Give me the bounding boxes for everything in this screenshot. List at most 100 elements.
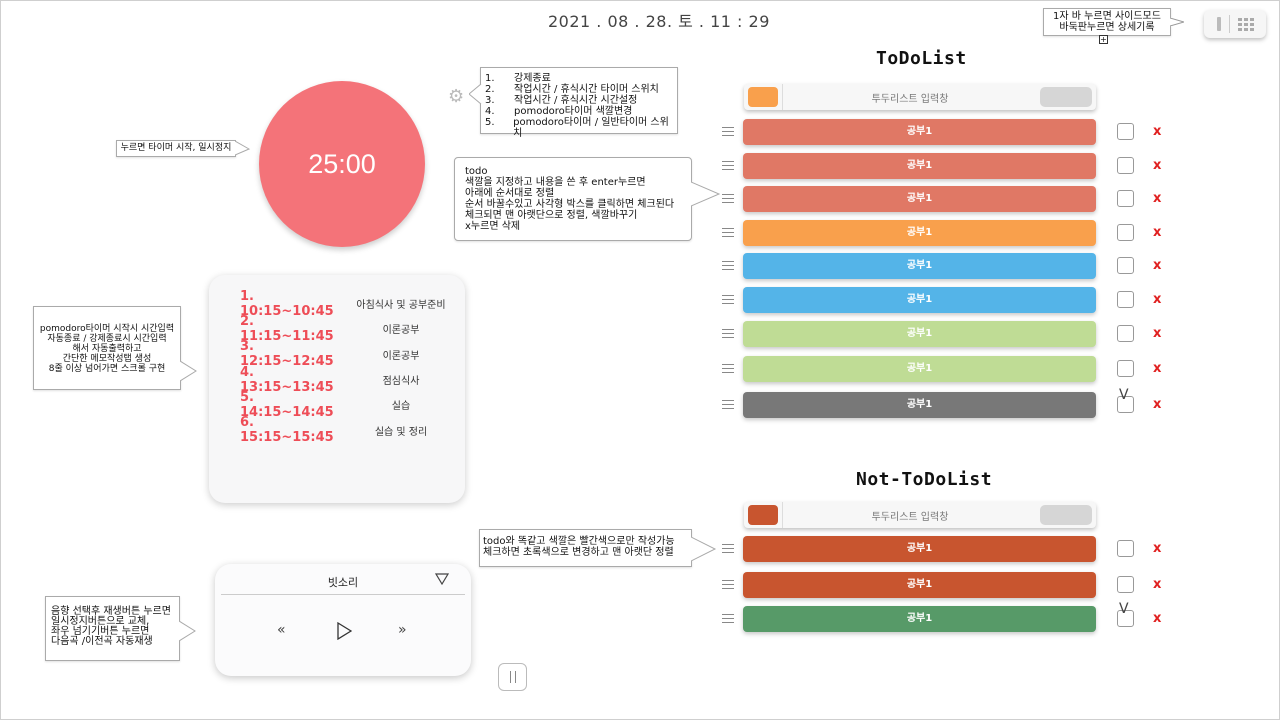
delete-button[interactable]: x xyxy=(1153,397,1161,412)
schedule-list: 1. 10:15~10:45 아침식사 및 공부준비 2. 11:15~11:45 이… xyxy=(209,289,465,445)
list-item-bar[interactable]: 공부1 xyxy=(743,356,1096,382)
drag-handle-icon[interactable] xyxy=(722,614,734,623)
schedule-description: 이론공부 xyxy=(382,350,420,362)
list-item-bar[interactable]: 공부1 xyxy=(743,220,1096,246)
add-todo-button[interactable] xyxy=(1040,87,1092,107)
settings-item-number: 1. xyxy=(485,73,495,84)
color-picker-button[interactable] xyxy=(748,505,778,525)
checkbox[interactable] xyxy=(1117,123,1134,140)
drag-handle-icon[interactable] xyxy=(722,295,734,304)
delete-button[interactable]: x xyxy=(1153,191,1161,206)
color-picker-button[interactable] xyxy=(748,87,778,107)
settings-annotation: 1. 강제종료 2. 작업시간 / 휴식시간 타이머 스위치 3. 작업시간 / 휴식시간… xyxy=(469,67,678,139)
delete-button[interactable]: x xyxy=(1153,225,1161,240)
drag-handle-icon[interactable] xyxy=(722,544,734,553)
annotation-tail xyxy=(1170,18,1184,26)
drag-handle-icon[interactable] xyxy=(722,364,734,373)
check-mark: V xyxy=(1119,601,1129,617)
checkbox[interactable] xyxy=(1117,190,1134,207)
drag-handle-icon[interactable] xyxy=(722,161,734,170)
drag-handle-icon[interactable] xyxy=(722,329,734,338)
checkbox[interactable] xyxy=(1117,257,1134,274)
checkbox[interactable] xyxy=(1117,325,1134,342)
annotation-line: 순서 바꿀수있고 사각형 박스를 클릭하면 체크된다 xyxy=(465,199,675,210)
delete-button[interactable]: x xyxy=(1153,292,1161,307)
delete-button[interactable]: x xyxy=(1153,611,1161,626)
settings-list-item: 3. 작업시간 / 휴식시간 시간설정 xyxy=(485,95,673,106)
list-item-bar[interactable]: 공부1 xyxy=(743,321,1096,347)
list-item: 공부1 x xyxy=(722,356,1172,382)
list-item-bar[interactable]: 공부1 xyxy=(743,119,1096,145)
checkbox[interactable]: V xyxy=(1117,387,1134,413)
checkbox[interactable] xyxy=(1117,291,1134,308)
checkbox[interactable]: V xyxy=(1117,601,1134,627)
delete-button[interactable]: x xyxy=(1153,361,1161,376)
checkbox[interactable] xyxy=(1117,360,1134,377)
drag-handle-icon[interactable] xyxy=(722,228,734,237)
timer-display: 25:00 xyxy=(308,148,376,179)
annotation-tail xyxy=(179,621,196,641)
settings-list-item: 1. 강제종료 xyxy=(485,73,673,84)
next-track-button[interactable]: » xyxy=(398,622,407,638)
checkbox[interactable] xyxy=(1117,540,1134,557)
checkbox[interactable] xyxy=(1117,576,1134,593)
settings-list: 1. 강제종료 2. 작업시간 / 휴식시간 타이머 스위치 3. 작업시간 / 휴식시간… xyxy=(485,73,673,139)
mode-annotation-line: 바둑판누르면 상세기록 xyxy=(1059,22,1155,33)
todo-input-box: 투두리스트 입력창 xyxy=(744,84,1096,110)
settings-item-text: pomodoro타이머 색깔변경 xyxy=(514,106,633,117)
drag-handle-icon[interactable] xyxy=(722,400,734,409)
delete-button[interactable]: x xyxy=(1153,541,1161,556)
drag-handle-icon[interactable] xyxy=(722,194,734,203)
schedule-description: 아침식사 및 공부준비 xyxy=(356,300,446,312)
delete-button[interactable]: x xyxy=(1153,158,1161,173)
list-item: 공부1 x xyxy=(722,119,1172,145)
list-item-bar[interactable]: 공부1 xyxy=(743,186,1096,212)
list-item-bar[interactable]: 공부1 xyxy=(743,253,1096,279)
settings-item-text: 작업시간 / 휴식시간 타이머 스위치 xyxy=(514,84,659,95)
list-item: 공부1 Vx xyxy=(722,387,1172,418)
previous-track-button[interactable]: « xyxy=(277,622,286,638)
list-item-bar[interactable]: 공부1 xyxy=(743,153,1096,179)
list-item: 공부1 x xyxy=(722,321,1172,347)
annotation-tail xyxy=(469,84,482,104)
divider xyxy=(782,84,783,110)
annotation-line: 자동종료 / 강제종료시 시간입력 xyxy=(47,334,167,344)
check-mark: V xyxy=(1119,387,1129,403)
side-mode-button[interactable] xyxy=(1216,17,1221,31)
divider xyxy=(782,502,783,528)
todo-input-field[interactable]: 투두리스트 입력창 xyxy=(784,90,1036,105)
list-item: 공부1 x xyxy=(722,186,1172,212)
dropdown-icon[interactable] xyxy=(435,573,449,585)
delete-button[interactable]: x xyxy=(1153,577,1161,592)
list-item: 공부1 x xyxy=(722,572,1172,598)
list-item: 공부1 x xyxy=(722,287,1172,313)
list-item-bar[interactable]: 공부1 xyxy=(743,287,1096,313)
track-title: 빗소리 xyxy=(327,576,359,589)
pause-button[interactable] xyxy=(498,663,527,691)
add-not-todo-button[interactable] xyxy=(1040,505,1092,525)
list-item: 공부1 x xyxy=(722,536,1172,562)
delete-button[interactable]: x xyxy=(1153,124,1161,139)
not-todo-input-field[interactable]: 투두리스트 입력창 xyxy=(784,508,1036,523)
checkbox[interactable] xyxy=(1117,224,1134,241)
checkbox[interactable] xyxy=(1117,157,1134,174)
gear-icon[interactable]: ⚙ xyxy=(448,88,466,106)
list-item: 공부1 Vx xyxy=(722,601,1172,632)
settings-item-text: pomodoro타이머 / 일반타이머 스위치 xyxy=(513,117,669,139)
drag-handle-icon[interactable] xyxy=(722,127,734,136)
delete-button[interactable]: x xyxy=(1153,326,1161,341)
list-item-bar[interactable]: 공부1 xyxy=(743,392,1096,418)
play-button[interactable] xyxy=(336,622,352,640)
list-item-bar[interactable]: 공부1 xyxy=(743,606,1096,632)
delete-button[interactable]: x xyxy=(1153,258,1161,273)
grid-mode-button[interactable] xyxy=(1237,17,1254,31)
drag-handle-icon[interactable] xyxy=(722,580,734,589)
music-player: 빗소리 « » xyxy=(215,564,471,676)
drag-handle-icon[interactable] xyxy=(722,261,734,270)
not-todo-list-title: Not-ToDoList xyxy=(856,469,993,490)
pomodoro-timer-button[interactable]: 25:00 xyxy=(259,81,425,247)
annotation-line: pomodoro타이머 시작시 시간입력 xyxy=(39,324,175,334)
list-item-bar[interactable]: 공부1 xyxy=(743,572,1096,598)
view-mode-toggle xyxy=(1204,10,1266,38)
list-item-bar[interactable]: 공부1 xyxy=(743,536,1096,562)
